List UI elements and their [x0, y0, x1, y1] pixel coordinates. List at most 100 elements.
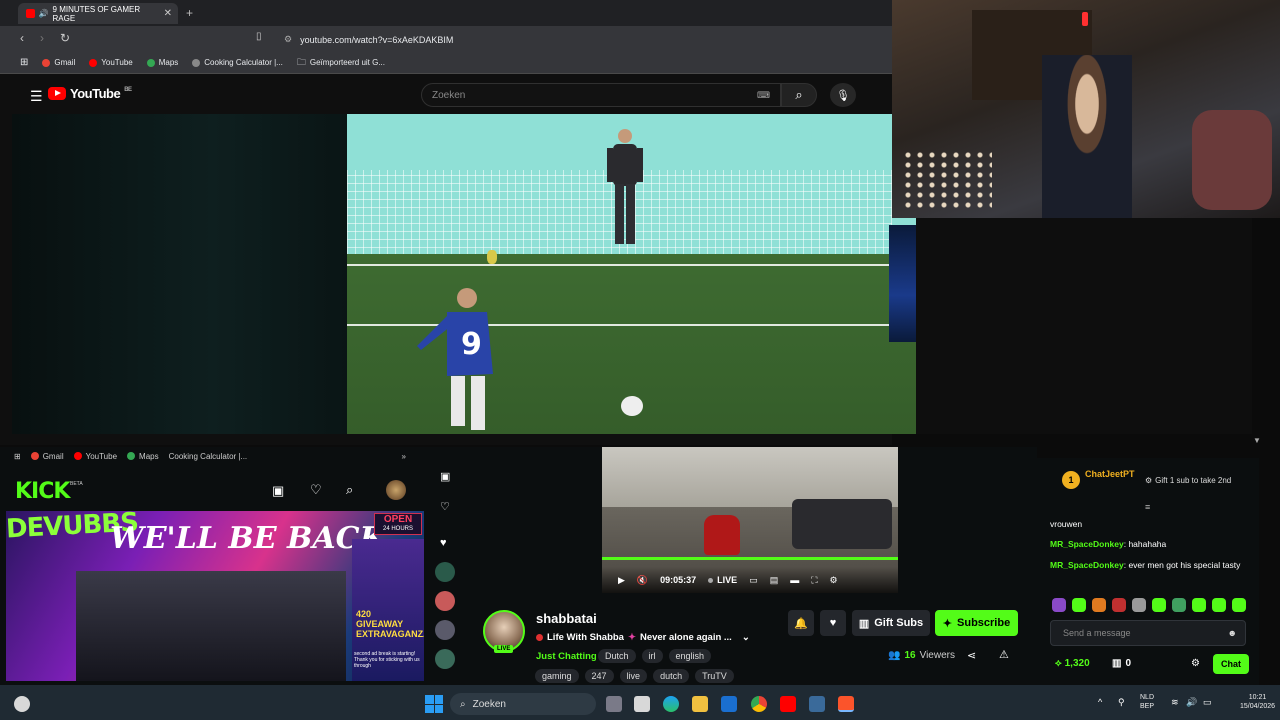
task-view-icon[interactable]	[606, 696, 622, 712]
clips-icon[interactable]: ▣	[272, 483, 284, 499]
stream-progress-bar[interactable]	[602, 557, 898, 560]
bookmark-youtube[interactable]: YouTube	[89, 58, 133, 67]
youtube-logo[interactable]: YouTube BE	[48, 86, 132, 101]
followed-channel-avatar[interactable]	[435, 591, 455, 611]
back-icon[interactable]: ‹	[20, 31, 24, 45]
following-icon[interactable]: ♡	[440, 500, 450, 513]
emote-icon[interactable]	[1172, 598, 1186, 612]
bookmark-cooking-calculator[interactable]: Cooking Calculator |...	[169, 452, 248, 461]
subscribe-button[interactable]: ✦ Subscribe	[935, 610, 1018, 636]
microphone-button[interactable]: 🎙	[830, 83, 856, 107]
hamburger-menu-icon[interactable]: ☰	[30, 88, 43, 105]
chat-settings-icon[interactable]: ⚙	[1191, 658, 1200, 669]
network-tray-icon[interactable]: ⚲	[1118, 697, 1125, 708]
bookmark-youtube[interactable]: YouTube	[73, 452, 117, 461]
new-tab-button[interactable]: +	[186, 6, 193, 20]
bookmark-maps[interactable]: Maps	[127, 452, 159, 461]
clip-icon[interactable]: ▤	[770, 575, 779, 586]
tab-close-icon[interactable]: ✕	[164, 8, 172, 19]
clock[interactable]: 10:21 15/04/2026	[1240, 693, 1275, 711]
play-icon[interactable]: ▶	[618, 575, 625, 586]
emote-icon[interactable]	[1232, 598, 1246, 612]
kick-logo[interactable]: KICK	[15, 479, 70, 504]
tag[interactable]: dutch	[653, 669, 690, 683]
bookmark-imported-folder[interactable]: 🗀 Geïmporteerd uit G...	[297, 55, 385, 71]
pinned-user[interactable]: ChatJeetPT	[1085, 469, 1135, 479]
emote-icon[interactable]	[1092, 598, 1106, 612]
channel-points[interactable]: ⟡ 1,320	[1055, 658, 1090, 669]
youtube-search-input[interactable]: Zoeken ⌨	[421, 83, 781, 107]
emote-icon[interactable]	[1212, 598, 1226, 612]
theater-mode-icon[interactable]: ▭	[749, 575, 758, 586]
chat-message-input[interactable]: Send a message ☻	[1050, 620, 1246, 646]
notification-bell-button[interactable]: 🔔	[788, 610, 814, 636]
gift-sub-prompt[interactable]: ⚙ Gift 1 sub to take 2nd	[1145, 476, 1231, 485]
share-icon[interactable]: ⋖	[967, 649, 976, 662]
scroll-down-icon[interactable]: ▼	[1253, 436, 1261, 445]
settings-gear-icon[interactable]: ⚙	[830, 575, 838, 586]
emote-icon[interactable]	[1132, 598, 1146, 612]
address-bar[interactable]: ⚙ youtube.com/watch?v=6xAeKDAKBIM	[274, 30, 794, 49]
follow-button[interactable]: ♥	[820, 610, 846, 636]
store-icon[interactable]	[634, 696, 650, 712]
streamer-name[interactable]: shabbatai	[536, 611, 597, 626]
tag[interactable]: live	[619, 669, 648, 683]
fullscreen-icon[interactable]: ⛶	[811, 575, 817, 586]
emote-icon[interactable]	[1112, 598, 1126, 612]
collapse-pinned-icon[interactable]: ≡	[1145, 502, 1150, 512]
bookmark-maps[interactable]: Maps	[146, 58, 178, 67]
youtube-app-icon[interactable]	[780, 696, 796, 712]
bookmark-gmail[interactable]: Gmail	[30, 452, 64, 461]
chrome-icon[interactable]	[751, 696, 767, 712]
live-indicator[interactable]: LIVE	[708, 575, 737, 585]
tag[interactable]: Dutch	[598, 649, 636, 663]
calculator-icon[interactable]	[809, 696, 825, 712]
bookmark-cooking-calculator[interactable]: Cooking Calculator |...	[192, 58, 283, 67]
tag[interactable]: 247	[584, 669, 614, 683]
apps-grid-icon[interactable]: ⊞	[14, 452, 21, 461]
edge-icon[interactable]	[663, 696, 679, 712]
language-indicator[interactable]: NLD BEP	[1140, 693, 1154, 711]
wifi-icon[interactable]: ≋	[1171, 697, 1179, 708]
user-avatar[interactable]	[386, 480, 406, 500]
battery-icon[interactable]: ▭	[1203, 697, 1212, 708]
chevron-down-icon[interactable]: ⌄	[742, 632, 750, 643]
site-info-icon[interactable]: ⚙	[284, 34, 292, 45]
keyboard-icon[interactable]: ⌨	[757, 90, 770, 101]
gift-count[interactable]: ▥ 0	[1112, 658, 1131, 669]
bookmark-gmail[interactable]: Gmail	[42, 58, 75, 67]
taskbar-search[interactable]: ⌕ Zoeken	[450, 693, 596, 715]
followed-channel-avatar[interactable]	[435, 649, 455, 669]
report-warning-icon[interactable]: ⚠	[999, 648, 1009, 661]
stream-category[interactable]: Just Chatting	[536, 651, 597, 662]
miniplayer-icon[interactable]: ▬	[790, 575, 799, 585]
tag[interactable]: english	[668, 649, 712, 663]
chat-username[interactable]: MR_SpaceDonkey	[1050, 539, 1124, 549]
more-bookmarks-icon[interactable]: »	[402, 452, 406, 461]
emote-icon[interactable]	[1152, 598, 1166, 612]
mute-icon[interactable]: 🔇	[637, 575, 648, 586]
emote-icon[interactable]	[1192, 598, 1206, 612]
emote-icon[interactable]	[1052, 598, 1066, 612]
tag[interactable]: irl	[641, 649, 663, 663]
followed-channel-avatar[interactable]	[435, 620, 455, 640]
bookmark-icon[interactable]: ▯	[256, 31, 262, 42]
gift-subs-button[interactable]: ▥ Gift Subs	[852, 610, 930, 636]
reload-icon[interactable]: ↻	[60, 31, 70, 45]
favorites-heart-icon[interactable]: ♥	[440, 537, 447, 549]
widgets-icon[interactable]	[14, 696, 30, 712]
following-heart-icon[interactable]: ♡	[310, 482, 322, 498]
youtube-video-player[interactable]: 9	[347, 114, 916, 434]
tag[interactable]: gaming	[535, 669, 579, 683]
windows-start-icon[interactable]	[425, 695, 443, 713]
file-explorer-icon[interactable]	[692, 696, 708, 712]
tag[interactable]: TruTV	[695, 669, 734, 683]
followed-channel-avatar[interactable]	[435, 562, 455, 582]
forward-icon[interactable]: ›	[40, 31, 44, 45]
tray-overflow-icon[interactable]: ^	[1098, 697, 1102, 707]
emoji-picker-icon[interactable]: ☻	[1228, 628, 1237, 638]
browse-icon[interactable]: ▣	[440, 470, 450, 483]
mail-icon[interactable]	[721, 696, 737, 712]
featured-stream-thumbnail[interactable]: DEVUBBS WE'LL BE BACK OPEN 24 HOURS 420 …	[6, 511, 424, 681]
emote-icon[interactable]	[1072, 598, 1086, 612]
